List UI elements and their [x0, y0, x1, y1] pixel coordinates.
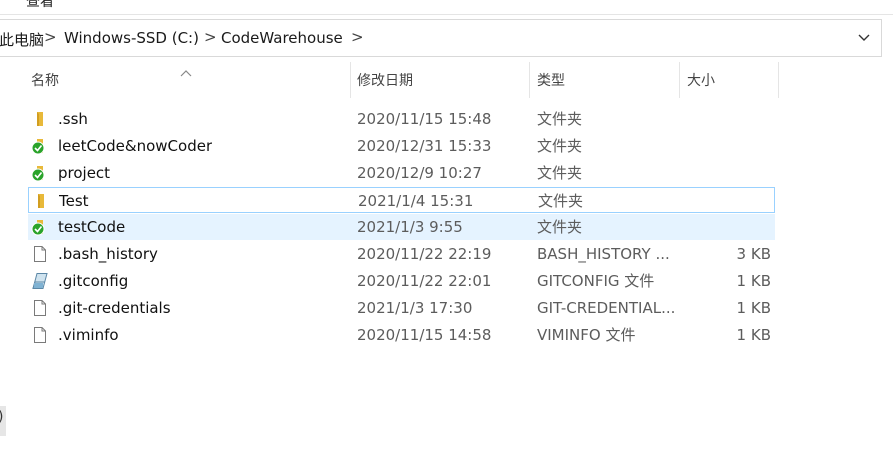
file-icon	[31, 326, 49, 344]
file-size	[691, 160, 771, 186]
file-name: .gitconfig	[58, 272, 129, 290]
file-row[interactable]: .git-credentials 2021/1/3 17:30 GIT-CRED…	[28, 295, 775, 321]
sort-ascending-icon	[180, 62, 192, 77]
file-size	[691, 214, 771, 240]
file-date: 2020/11/22 22:01	[357, 272, 492, 290]
folder-synced-icon	[31, 218, 49, 236]
file-size: 1 KB	[736, 326, 771, 344]
config-file-icon	[31, 272, 49, 290]
file-row[interactable]: project 2020/12/9 10:27 文件夹	[28, 160, 775, 186]
file-date: 2021/1/3 9:55	[357, 218, 463, 236]
file-size: 3 KB	[736, 245, 771, 263]
file-icon	[31, 299, 49, 317]
file-row[interactable]: .viminfo 2020/11/15 14:58 VIMINFO 文件 1 K…	[28, 322, 775, 348]
column-divider[interactable]	[350, 62, 351, 98]
column-header-date[interactable]: 修改日期	[357, 62, 413, 98]
ribbon-strip: 查看	[0, 0, 893, 15]
file-size: 1 KB	[736, 272, 771, 290]
file-name: .viminfo	[58, 326, 119, 344]
file-name: .ssh	[58, 110, 88, 128]
file-size	[690, 188, 770, 214]
breadcrumb-separator[interactable]: >	[351, 28, 364, 46]
file-name: leetCode&nowCoder	[58, 137, 213, 155]
column-divider[interactable]	[679, 62, 680, 98]
file-type: 文件夹	[537, 137, 583, 155]
file-type: 文件夹	[537, 218, 583, 236]
file-type: GITCONFIG 文件	[537, 272, 655, 290]
file-date: 2020/11/15 14:58	[357, 326, 492, 344]
column-header-row: 名称 修改日期 类型 大小	[0, 62, 893, 98]
breadcrumb-drive[interactable]: Windows-SSD (C:)	[64, 29, 199, 47]
file-size	[691, 133, 771, 159]
file-row-focused[interactable]: Test 2021/1/4 15:31 文件夹	[28, 187, 775, 213]
file-row-hover[interactable]: testCode 2021/1/3 9:55 文件夹	[28, 214, 775, 240]
file-name: testCode	[58, 218, 126, 236]
file-icon	[31, 245, 49, 263]
file-explorer-window: 查看 此电脑 > Windows-SSD (C:) > CodeWarehous…	[0, 0, 893, 473]
folder-synced-icon	[31, 137, 49, 155]
breadcrumb-separator[interactable]: >	[204, 28, 217, 46]
breadcrumb-codewarehouse[interactable]: CodeWarehouse	[221, 29, 343, 47]
file-row[interactable]: .ssh 2020/11/15 15:48 文件夹	[28, 106, 775, 132]
file-date: 2020/12/31 15:33	[357, 137, 492, 155]
file-date: 2020/11/15 15:48	[357, 110, 492, 128]
address-bar[interactable]: 此电脑 > Windows-SSD (C:) > CodeWarehouse >	[0, 19, 882, 57]
file-date: 2021/1/3 17:30	[357, 299, 473, 317]
column-divider[interactable]	[778, 62, 779, 98]
file-size	[691, 106, 771, 132]
file-name: .git-credentials	[58, 299, 171, 317]
folder-icon	[31, 110, 49, 128]
breadcrumb-this-pc[interactable]: 此电脑	[0, 29, 44, 50]
file-name: Test	[59, 192, 89, 210]
column-header-size[interactable]: 大小	[687, 62, 715, 98]
file-date: 2020/12/9 10:27	[357, 164, 482, 182]
column-header-type[interactable]: 类型	[537, 62, 565, 98]
file-row[interactable]: leetCode&nowCoder 2020/12/31 15:33 文件夹	[28, 133, 775, 159]
navigation-pane-edge-text: )	[0, 409, 3, 425]
column-divider[interactable]	[529, 62, 530, 98]
folder-icon	[32, 192, 50, 210]
chevron-down-icon[interactable]	[855, 28, 873, 46]
file-name: project	[58, 164, 111, 182]
file-type: GIT-CREDENTIAL...	[537, 299, 676, 317]
file-type: 文件夹	[538, 192, 584, 210]
folder-synced-icon	[31, 164, 49, 182]
file-size: 1 KB	[736, 299, 771, 317]
file-row[interactable]: .gitconfig 2020/11/22 22:01 GITCONFIG 文件…	[28, 268, 775, 294]
file-type: 文件夹	[537, 164, 583, 182]
file-name: .bash_history	[58, 245, 158, 263]
column-header-name[interactable]: 名称	[31, 62, 59, 98]
file-type: BASH_HISTORY ...	[537, 245, 670, 263]
ribbon-tab-view[interactable]: 查看	[26, 0, 54, 11]
file-type: VIMINFO 文件	[537, 326, 636, 344]
file-type: 文件夹	[537, 110, 583, 128]
file-date: 2020/11/22 22:19	[357, 245, 492, 263]
breadcrumb-separator[interactable]: >	[44, 28, 57, 46]
file-row[interactable]: .bash_history 2020/11/22 22:19 BASH_HIST…	[28, 241, 775, 267]
file-date: 2021/1/4 15:31	[358, 192, 474, 210]
